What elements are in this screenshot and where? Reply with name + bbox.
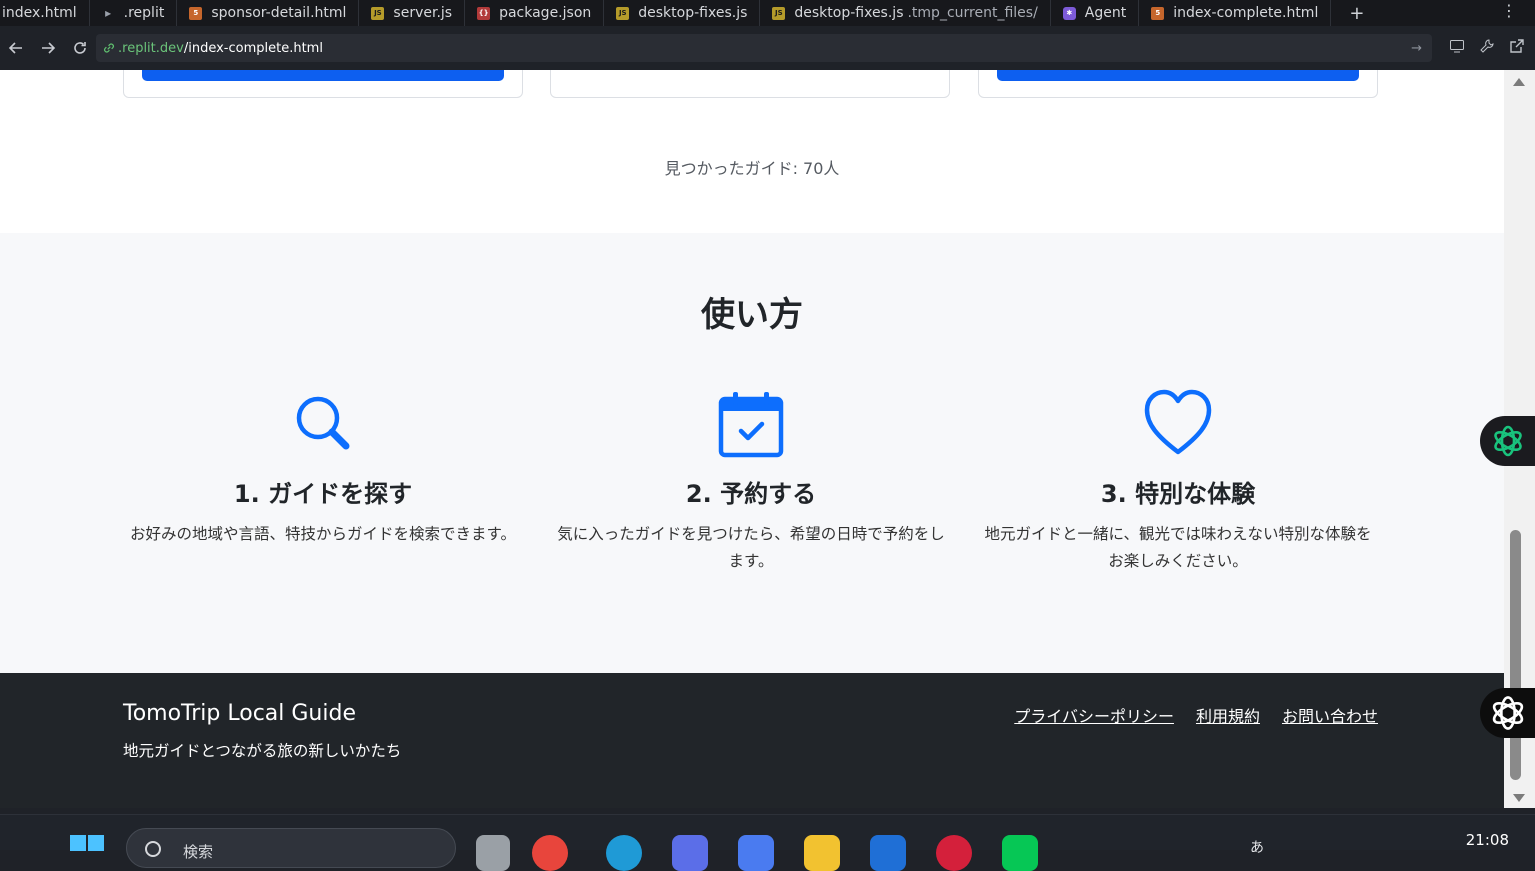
tab-sponsor-detail-html[interactable]: 5 sponsor-detail.html: [177, 0, 360, 26]
tab-server-js[interactable]: JS server.js: [359, 0, 466, 26]
tab-replit[interactable]: ▸ .replit: [90, 0, 178, 26]
devices-icon[interactable]: [1449, 38, 1465, 54]
section-title: 使い方: [701, 295, 803, 335]
step-description: お好みの地域や言語、特技からガイドを検索できます。: [130, 525, 516, 543]
tab-index-complete-html[interactable]: 5 index-complete.html: [1139, 0, 1332, 26]
wrench-icon[interactable]: [1479, 38, 1495, 54]
file-app-icon[interactable]: [476, 835, 510, 871]
arrow-left-icon: [8, 42, 22, 54]
line-icon[interactable]: [1002, 835, 1038, 871]
browser-toolbar: .replit.dev/index-complete.html →: [0, 26, 1535, 70]
tab-label: sponsor-detail.html: [211, 5, 347, 21]
tab-label: index-complete.html: [1173, 5, 1319, 21]
contact-link[interactable]: お問い合わせ: [1282, 703, 1378, 727]
tab-label: package.json: [499, 5, 592, 21]
terms-link[interactable]: 利用規約: [1196, 703, 1260, 727]
tab-desktop-fixes-js[interactable]: JS desktop-fixes.js: [604, 0, 761, 26]
heart-icon: [1144, 389, 1212, 455]
footer-links: プライバシーポリシー 利用規約 お問い合わせ: [1014, 703, 1378, 727]
arrow-right-icon: [42, 42, 56, 54]
step-title: 1. ガイドを探す: [233, 480, 413, 508]
guide-card-button[interactable]: [142, 70, 504, 81]
os-taskbar: 検索 あ 21:08: [0, 814, 1535, 871]
tab-label: Agent: [1084, 5, 1127, 21]
tab-label: desktop-fixes.js: [638, 5, 748, 21]
edge-icon[interactable]: [606, 835, 642, 871]
copilot-alt-icon[interactable]: [738, 835, 774, 871]
ai-sparkle-icon: [1493, 425, 1522, 457]
toolbar-actions: [1449, 38, 1525, 54]
guide-card: [978, 70, 1378, 98]
page-viewport: 見つかったガイド: 70人 使い方 1. ガイドを探す お好みの地域や言語、特技…: [0, 70, 1504, 808]
json-file-icon: {}: [477, 6, 491, 20]
ime-indicator[interactable]: あ: [1250, 837, 1264, 857]
ai-assistant-button[interactable]: [1480, 416, 1535, 466]
step-title: 3. 特別な体験: [1100, 480, 1256, 508]
tab-label: index.html: [2, 5, 77, 21]
tab-label: server.js: [393, 5, 453, 21]
tab-index-html[interactable]: index.html: [0, 0, 90, 26]
open-external-icon[interactable]: [1509, 38, 1525, 54]
link-icon: [104, 43, 114, 53]
tab-package-json[interactable]: {} package.json: [465, 0, 605, 26]
tab-sublabel: .tmp_current_files/: [907, 5, 1038, 21]
reload-icon: [74, 42, 86, 54]
forward-button[interactable]: [32, 32, 64, 64]
windows-start-icon[interactable]: [70, 835, 106, 871]
url-host: .replit.dev: [118, 40, 184, 56]
how-to-section: 使い方 1. ガイドを探す お好みの地域や言語、特技からガイドを検索できます。 …: [0, 233, 1504, 673]
privacy-policy-link[interactable]: プライバシーポリシー: [1014, 703, 1174, 727]
step-description: 地元ガイドと一緒に、観光では味わえない特別な体験をお楽しみください。: [984, 525, 1372, 571]
address-bar[interactable]: .replit.dev/index-complete.html →: [96, 34, 1432, 62]
back-button[interactable]: [0, 32, 32, 64]
taskbar-search-placeholder: 検索: [183, 843, 214, 861]
search-icon: [145, 841, 161, 857]
guide-card: [550, 70, 950, 98]
copilot-icon[interactable]: [672, 835, 708, 871]
footer-tagline: 地元ガイドとつながる旅の新しいかたち: [123, 742, 402, 760]
footer-brand: TomoTrip Local Guide: [123, 701, 356, 726]
reload-button[interactable]: [64, 32, 96, 64]
browser-tab-strip: index.html ▸ .replit 5 sponsor-detail.ht…: [0, 0, 1535, 26]
site-footer: TomoTrip Local Guide 地元ガイドとつながる旅の新しいかたち …: [0, 673, 1504, 808]
scroll-thumb[interactable]: [1510, 530, 1521, 780]
tab-agent[interactable]: ✱ Agent: [1051, 0, 1140, 26]
js-file-icon: JS: [616, 6, 630, 20]
guides-found-count: 見つかったガイド: 70人: [664, 159, 840, 178]
go-arrow-icon[interactable]: →: [1411, 41, 1422, 56]
url-path: /index-complete.html: [183, 40, 323, 56]
pinterest-icon[interactable]: [936, 835, 972, 871]
scroll-down-arrow[interactable]: [1513, 794, 1525, 802]
guide-card-button[interactable]: [997, 70, 1359, 81]
tab-label: .replit: [123, 5, 165, 21]
calendar-check-icon: [718, 392, 784, 458]
step-experience: 3. 特別な体験 地元ガイドと一緒に、観光では味わえない特別な体験をお楽しみくだ…: [978, 388, 1378, 575]
tab-desktop-fixes-js-tmp[interactable]: JS desktop-fixes.js .tmp_current_files/: [760, 0, 1051, 26]
taskbar-search[interactable]: 検索: [126, 828, 456, 868]
guide-card: [123, 70, 523, 98]
step-title: 2. 予約する: [685, 480, 817, 508]
html-file-icon: 5: [1151, 6, 1165, 20]
js-file-icon: JS: [772, 6, 786, 20]
chatgpt-widget-button[interactable]: [1480, 688, 1535, 738]
step-book: 2. 予約する 気に入ったガイドを見つけたら、希望の日時で予約をします。: [551, 388, 951, 575]
step-find-guide: 1. ガイドを探す お好みの地域や言語、特技からガイドを検索できます。: [123, 388, 523, 548]
taskbar-clock[interactable]: 21:08: [1466, 831, 1509, 849]
more-menu-button[interactable]: ⋮: [1501, 1, 1517, 20]
agent-icon: ✱: [1062, 6, 1076, 20]
html-file-icon: 5: [189, 6, 203, 20]
chatgpt-icon: [1492, 696, 1523, 730]
chrome-icon[interactable]: [532, 835, 568, 871]
scroll-up-arrow[interactable]: [1513, 78, 1525, 86]
replit-config-icon: ▸: [105, 6, 112, 20]
js-file-icon: JS: [371, 6, 385, 20]
step-description: 気に入ったガイドを見つけたら、希望の日時で予約をします。: [557, 525, 945, 571]
new-tab-button[interactable]: +: [1349, 3, 1364, 24]
file-explorer-icon[interactable]: [804, 835, 840, 871]
search-icon: [296, 396, 350, 450]
todo-check-icon[interactable]: [870, 835, 906, 871]
tab-label: desktop-fixes.js: [794, 5, 904, 21]
